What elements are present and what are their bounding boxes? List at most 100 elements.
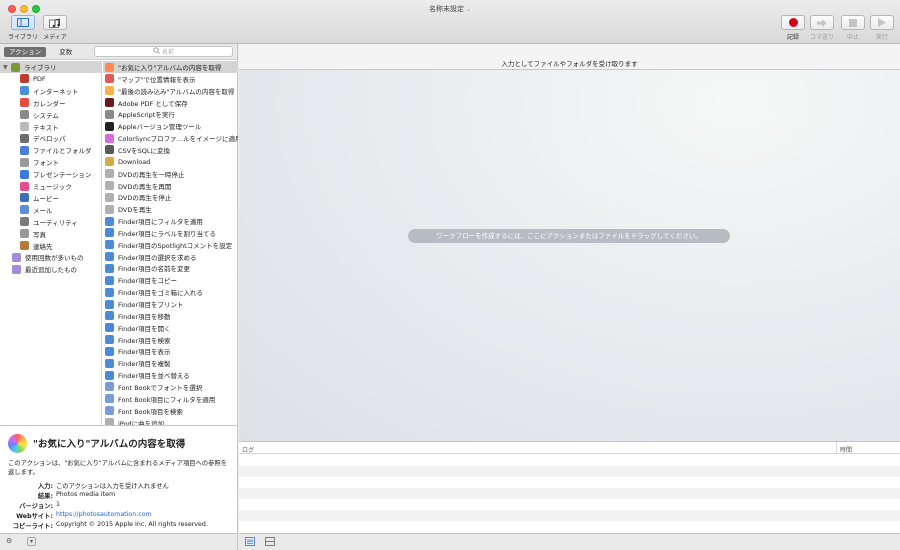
sidebar-item[interactable]: 写真 — [0, 228, 102, 240]
action-icon — [105, 157, 114, 167]
action-item[interactable]: Finder項目にラベルを割り当てる — [103, 227, 238, 239]
action-item[interactable]: DVDを再生 — [103, 203, 238, 215]
library-toggle-button[interactable]: ライブラリ — [8, 15, 38, 41]
action-item[interactable]: Finder項目にフィルタを適用 — [103, 215, 238, 227]
sidebar-item[interactable]: プレゼンテーション — [0, 168, 102, 180]
description-toggle-button[interactable]: ▾ — [27, 537, 36, 546]
action-item[interactable]: "マップ"で位置情報を表示 — [103, 73, 238, 85]
action-icon — [105, 192, 114, 202]
tab-actions[interactable]: アクション — [4, 47, 47, 57]
sidebar-item[interactable]: 使用回数が多いもの — [0, 251, 102, 263]
record-icon — [781, 15, 805, 30]
sidebar-item[interactable]: ファイルとフォルダ — [0, 144, 102, 156]
action-item-label: Finder項目を検索 — [118, 336, 171, 345]
action-item[interactable]: Finder項目をプリント — [103, 298, 238, 310]
media-button[interactable]: メディア — [43, 15, 67, 41]
action-item[interactable]: Finder項目をコピー — [103, 274, 238, 286]
sidebar-item[interactable]: メール — [0, 204, 102, 216]
tab-variables[interactable]: 変数 — [54, 47, 77, 57]
action-item[interactable]: Finder項目を開く — [103, 322, 238, 334]
sidebar-item[interactable]: ミュージック — [0, 180, 102, 192]
sidebar-item[interactable]: ユーティリティ — [0, 216, 102, 228]
action-icon — [105, 145, 114, 155]
sidebar-item-label: テキスト — [33, 123, 59, 132]
action-item[interactable]: ColorSyncプロファ…ルをイメージに適用 — [103, 132, 238, 144]
action-icon — [105, 109, 114, 119]
action-item[interactable]: Font Book項目にフィルタを適用 — [103, 393, 238, 405]
record-button[interactable]: 記録 — [781, 15, 805, 41]
category-icon — [20, 241, 29, 250]
action-item[interactable]: Finder項目を複製 — [103, 357, 238, 369]
action-item[interactable]: DVDの再生を停止 — [103, 191, 238, 203]
sidebar-item[interactable]: カレンダー — [0, 97, 102, 109]
action-item[interactable]: CSVをSQLに変換 — [103, 144, 238, 156]
category-icon — [20, 181, 29, 191]
action-item[interactable]: Finder項目を移動 — [103, 310, 238, 322]
log-column-header[interactable]: ログ — [242, 445, 254, 454]
action-item[interactable]: Finder項目を検索 — [103, 334, 238, 346]
library-icon — [11, 15, 35, 30]
disclosure-triangle-icon[interactable]: ▼ — [3, 64, 11, 71]
action-item[interactable]: AppleScriptを実行 — [103, 108, 238, 120]
action-item[interactable]: Font Bookでフォントを選択 — [103, 381, 238, 393]
category-icon — [20, 98, 29, 108]
sidebar-item[interactable]: 最近追加したもの — [0, 263, 102, 275]
action-item[interactable]: Font Book項目を検索 — [103, 405, 238, 417]
step-button[interactable]: コマ送り — [810, 15, 834, 41]
action-item[interactable]: Finder項目のSpotlightコメントを設定 — [103, 239, 238, 251]
list-view-icon[interactable] — [245, 537, 255, 548]
search-input[interactable]: 名前 — [94, 46, 233, 57]
log-table[interactable]: ログ 時間 — [239, 441, 900, 533]
workflow-area[interactable]: 入力としてファイルやフォルダを受け取ります ワークフローを作成するには、ここにア… — [239, 44, 900, 441]
sidebar-item[interactable]: ムービー — [0, 192, 102, 204]
sidebar-item-label: メール — [33, 206, 53, 215]
time-column-header[interactable]: 時間 — [840, 445, 852, 454]
category-icon — [20, 229, 29, 239]
sidebar-item[interactable]: システム — [0, 109, 102, 121]
action-icon — [105, 204, 114, 214]
action-item[interactable]: DVDの再生を再開 — [103, 180, 238, 192]
input-row: 入力: このアクションは入力を受け入れません — [37, 483, 169, 490]
sidebar-item[interactable]: 連絡先 — [0, 240, 102, 252]
action-item[interactable]: Finder項目をゴミ箱に入れる — [103, 286, 238, 298]
gear-icon[interactable]: ⚙ — [6, 537, 12, 545]
library-pane: アクション 変数 名前 ▼ ライブラリ PDF インターネット カレンダー システムテキス… — [0, 44, 238, 425]
action-item-label: Finder項目を移動 — [118, 312, 171, 321]
action-item[interactable]: DVDの再生を一時停止 — [103, 168, 238, 180]
window-title[interactable]: 名称未設定 ⌄ — [0, 4, 900, 14]
action-item[interactable]: Appleバージョン管理ツール — [103, 120, 238, 132]
action-item-label: ColorSyncプロファ…ルをイメージに適用 — [118, 135, 238, 144]
sidebar-item-label: 最近追加したもの — [25, 266, 77, 275]
category-icon — [12, 264, 21, 274]
action-item-label: AppleScriptを実行 — [118, 111, 175, 120]
category-icon — [20, 110, 29, 120]
action-item[interactable]: Download — [103, 156, 238, 168]
run-button[interactable]: 実行 — [870, 15, 894, 41]
action-item[interactable]: "最後の読み込み"アルバムの内容を取得 — [103, 85, 238, 97]
action-item-label: CSVをSQLに変換 — [118, 146, 170, 155]
action-item[interactable]: Finder項目の選択を求める — [103, 251, 238, 263]
action-item[interactable]: Adobe PDF として保存 — [103, 97, 238, 109]
action-icon — [105, 169, 114, 179]
sidebar-item[interactable]: フォント — [0, 156, 102, 168]
sidebar-item[interactable]: ▼ ライブラリ — [0, 61, 102, 73]
sidebar-item[interactable]: テキスト — [0, 121, 102, 133]
action-item-label: "お気に入り"アルバムの内容を取得 — [118, 64, 222, 72]
action-icon — [105, 228, 114, 238]
sidebar-item-label: 連絡先 — [33, 242, 53, 251]
sidebar-item[interactable]: PDF — [0, 73, 102, 85]
action-item[interactable]: Finder項目の名前を変更 — [103, 262, 238, 274]
action-item[interactable]: Finder項目を並べ替える — [103, 369, 238, 381]
record-label: 記録 — [786, 34, 799, 41]
log-row — [239, 510, 900, 521]
action-icon — [105, 98, 114, 108]
stop-button[interactable]: 中止 — [841, 15, 865, 41]
sidebar-item[interactable]: インターネット — [0, 85, 102, 97]
action-item[interactable]: "お気に入り"アルバムの内容を取得 — [103, 61, 238, 73]
split-view-icon[interactable] — [265, 537, 275, 548]
website-link[interactable]: https://photosautomation.com — [56, 511, 152, 520]
sidebar-item[interactable]: デベロッパ — [0, 132, 102, 144]
action-item[interactable]: iPodに曲を追加 — [103, 417, 238, 425]
media-icon — [43, 15, 67, 30]
action-item[interactable]: Finder項目を表示 — [103, 345, 238, 357]
